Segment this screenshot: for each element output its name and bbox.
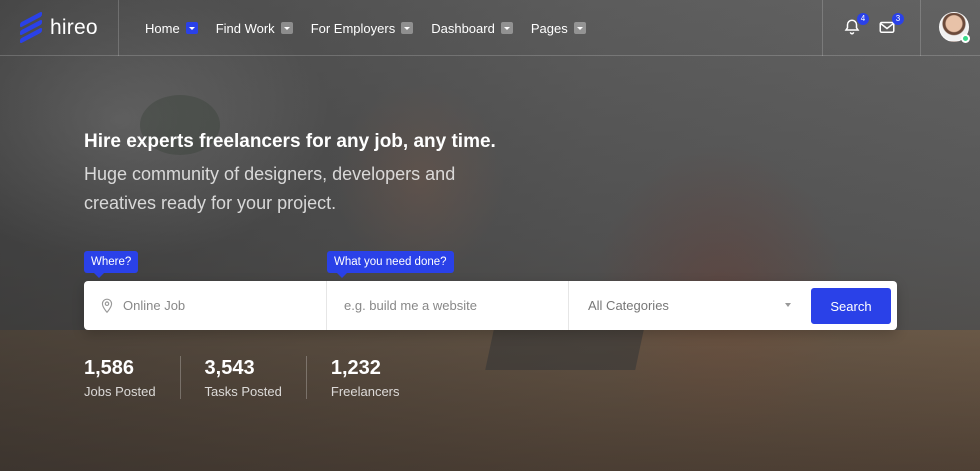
where-tooltip: Where? [84,251,139,278]
header-divider [920,0,921,56]
user-avatar[interactable] [939,12,970,43]
search-bar: All Categories Search [84,281,897,330]
notifications-count-badge: 4 [857,13,869,25]
nav-item-home[interactable]: Home [145,21,198,36]
nav-item-for-employers[interactable]: For Employers [311,21,414,36]
nav-item-label: Dashboard [431,20,495,36]
chevron-down-icon [500,22,513,34]
logo[interactable]: hireo [18,11,98,44]
location-field[interactable] [84,281,327,330]
stat-label: Tasks Posted [204,384,282,399]
header-divider [822,0,823,56]
chevron-down-icon [185,22,198,34]
site-header: hireo Home Find Work For Employers Dashb… [0,0,980,56]
messages-count-badge: 3 [892,13,904,25]
stat-label: Freelancers [330,384,400,399]
stat-jobs-posted: 1,586 Jobs Posted [84,356,181,399]
what-tooltip: What you need done? [327,251,454,278]
notifications-button[interactable]: 4 [843,13,869,38]
nav-item-label: For Employers [310,20,396,36]
stat-label: Jobs Posted [84,384,156,399]
logo-icon [18,11,46,44]
nav-item-pages[interactable]: Pages [531,21,586,36]
hero-headline: Hire experts freelancers for any job, an… [84,131,496,152]
hero-subline: Huge community of designers, developers … [84,164,456,213]
chevron-down-icon [401,22,414,34]
stat-value: 1,586 [84,357,135,379]
chevron-down-icon [280,22,293,34]
nav-item-label: Find Work [215,20,275,36]
location-pin-icon [101,298,113,313]
keyword-input[interactable] [344,298,524,313]
stat-freelancers: 1,232 Freelancers [331,356,424,399]
nav-item-dashboard[interactable]: Dashboard [431,21,513,36]
header-divider [118,0,119,56]
nav-item-label: Home [145,20,180,36]
nav-item-label: Pages [530,20,568,36]
stat-value: 1,232 [330,357,381,379]
main-nav: Home Find Work For Employers Dashboard P… [145,0,604,56]
category-select[interactable]: All Categories [569,281,801,330]
search-button[interactable]: Search [811,288,891,324]
category-selected-value: All Categories [588,298,669,313]
stat-tasks-posted: 3,543 Tasks Posted [205,356,307,399]
chevron-down-icon [573,22,586,34]
stat-value: 3,543 [204,357,255,379]
location-input[interactable] [123,298,303,313]
stats-row: 1,586 Jobs Posted 3,543 Tasks Posted 1,2… [84,356,448,399]
keyword-field[interactable] [327,281,569,330]
chevron-down-icon [785,303,791,307]
nav-item-find-work[interactable]: Find Work [216,21,293,36]
online-status-dot [961,34,970,43]
logo-text: hireo [50,16,98,39]
hero-overlay [0,0,980,471]
messages-button[interactable]: 3 [878,13,904,38]
